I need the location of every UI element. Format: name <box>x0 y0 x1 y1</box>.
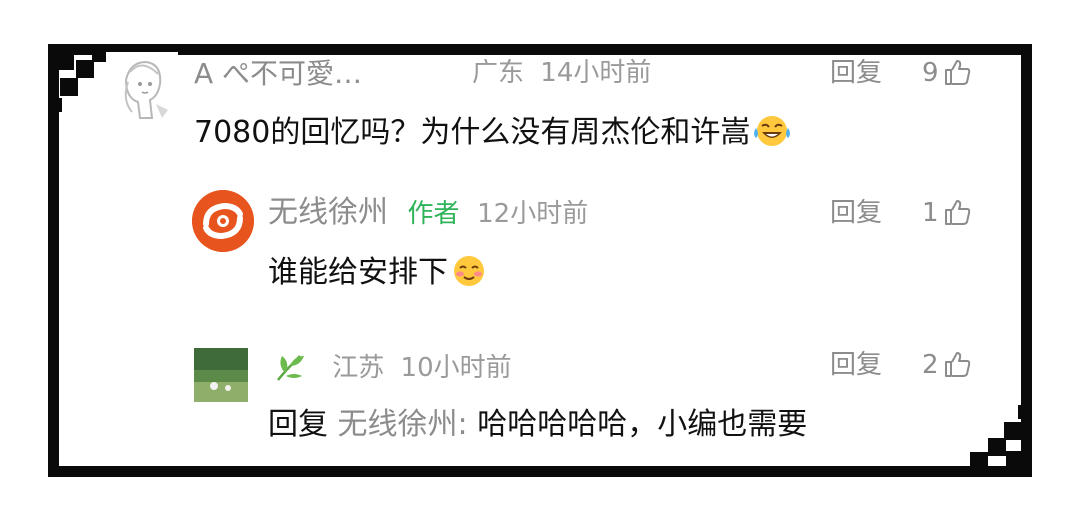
username[interactable]: 无线徐州 <box>268 195 388 230</box>
location: 江苏 <box>332 353 385 383</box>
laughing-tears-emoji-icon <box>754 116 791 146</box>
thumbs-up-icon <box>944 352 970 377</box>
brand-logo-icon <box>192 190 254 252</box>
comment-header: 江苏 10小时前 <box>272 350 512 384</box>
smiling-blush-emoji-icon <box>454 256 484 286</box>
reply-button[interactable]: 回复 <box>830 60 882 86</box>
thumbs-up-icon <box>944 200 970 225</box>
reply-button[interactable]: 回复 <box>830 352 882 378</box>
avatar[interactable] <box>194 348 248 402</box>
author-badge: 作者 <box>407 199 460 229</box>
like-button[interactable]: 2 <box>922 350 971 378</box>
like-button[interactable]: 1 <box>922 198 971 226</box>
comment-header: A ぺ不可愛… <box>194 60 362 88</box>
timestamp: 10小时前 <box>400 353 512 383</box>
location: 广东 <box>472 58 525 88</box>
timestamp: 14小时前 <box>540 58 652 88</box>
avatar[interactable] <box>106 52 178 124</box>
timestamp: 12小时前 <box>477 199 589 229</box>
like-count: 2 <box>922 350 939 380</box>
landscape-photo-avatar-icon <box>194 348 248 402</box>
like-count: 1 <box>922 198 939 228</box>
leaf-icon <box>277 355 304 381</box>
comment-text: 回复 无线徐州: 哈哈哈哈哈，小编也需要 <box>268 407 808 442</box>
comment-text: 谁能给安排下 <box>268 254 488 288</box>
reply-to-username[interactable]: 无线徐州: <box>338 407 468 442</box>
reply-prefix: 回复 <box>268 407 328 442</box>
anime-girl-avatar-icon <box>106 52 178 124</box>
like-button[interactable]: 9 <box>922 58 971 86</box>
comment-header: 无线徐州 作者 12小时前 <box>268 198 588 228</box>
avatar[interactable] <box>192 190 254 252</box>
like-count: 9 <box>922 58 939 88</box>
comment-meta: 广东 14小时前 <box>472 60 651 86</box>
username[interactable]: A ぺ不可愛… <box>194 57 362 90</box>
reply-button[interactable]: 回复 <box>830 200 882 226</box>
thumbs-up-icon <box>944 60 970 85</box>
comment-text: 7080的回忆吗？为什么没有周杰伦和许嵩 <box>194 114 792 148</box>
